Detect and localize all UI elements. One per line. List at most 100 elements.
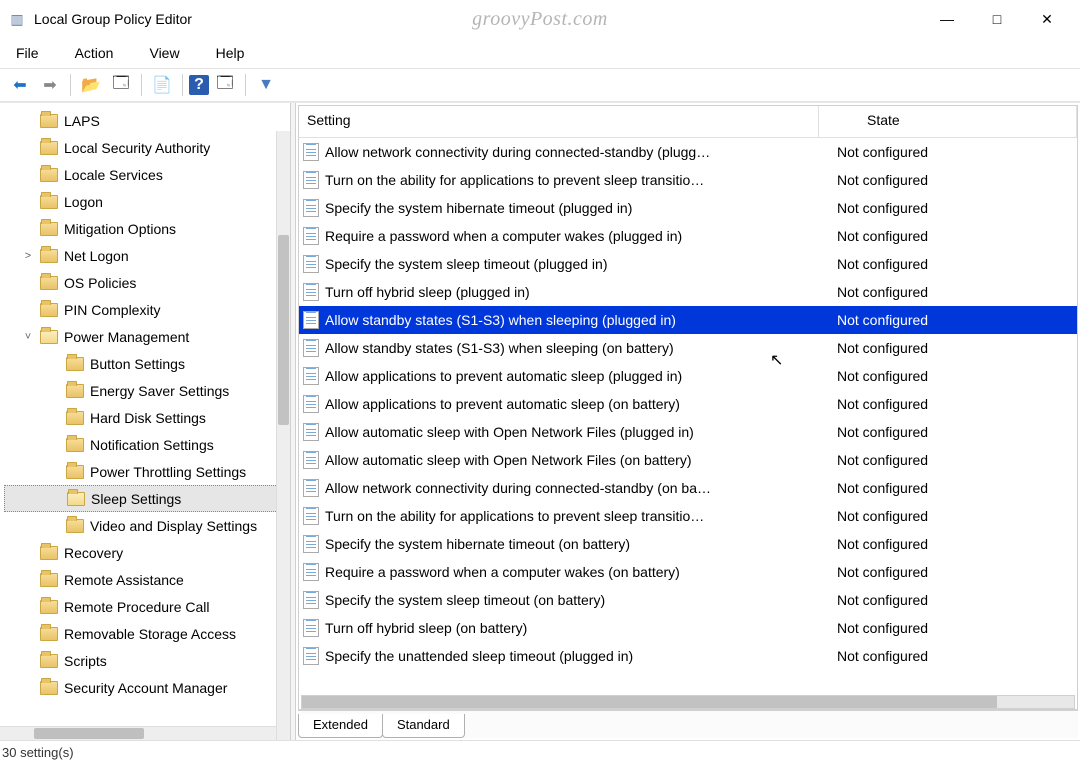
- tree-item[interactable]: Energy Saver Settings: [4, 377, 290, 404]
- tree-item[interactable]: OS Policies: [4, 269, 290, 296]
- tree-item-label: Security Account Manager: [64, 680, 227, 696]
- list-row[interactable]: Specify the system hibernate timeout (pl…: [299, 194, 1077, 222]
- cell-state: Not configured: [831, 340, 1073, 356]
- list-row[interactable]: Allow applications to prevent automatic …: [299, 362, 1077, 390]
- menu-file[interactable]: File: [8, 41, 47, 65]
- tree-item-label: Locale Services: [64, 167, 163, 183]
- cell-setting: Turn off hybrid sleep (on battery): [325, 620, 831, 636]
- tree-item[interactable]: Locale Services: [4, 161, 290, 188]
- expand-icon[interactable]: >: [22, 250, 34, 262]
- list-row[interactable]: Specify the system hibernate timeout (on…: [299, 530, 1077, 558]
- filter-button[interactable]: ▼: [252, 72, 280, 98]
- show-hide-action-button[interactable]: 🗔: [211, 72, 239, 98]
- tree-item-label: Net Logon: [64, 248, 129, 264]
- folder-icon: [40, 627, 58, 641]
- folder-icon: [66, 465, 84, 479]
- export-list-button[interactable]: 📄: [148, 72, 176, 98]
- tree-item[interactable]: Notification Settings: [4, 431, 290, 458]
- forward-button[interactable]: ➡: [36, 72, 64, 98]
- folder-icon: [66, 519, 84, 533]
- tree-item-label: Hard Disk Settings: [90, 410, 206, 426]
- help-button[interactable]: ?: [189, 75, 209, 95]
- list-row[interactable]: Require a password when a computer wakes…: [299, 558, 1077, 586]
- menu-view[interactable]: View: [141, 41, 187, 65]
- policy-icon: [303, 647, 319, 665]
- scrollbar-thumb[interactable]: [302, 696, 997, 708]
- tree-item[interactable]: Video and Display Settings: [4, 512, 290, 539]
- list-row[interactable]: Allow applications to prevent automatic …: [299, 390, 1077, 418]
- policy-icon: [303, 255, 319, 273]
- tree-item[interactable]: ˅Power Management: [4, 323, 290, 350]
- settings-list: Setting State Allow network connectivity…: [298, 105, 1078, 710]
- menu-help[interactable]: Help: [208, 41, 253, 65]
- policy-tree[interactable]: LAPSLocal Security Authority Locale Servi…: [0, 103, 290, 726]
- tree-item[interactable]: LAPS: [4, 107, 290, 134]
- tree-item[interactable]: Power Throttling Settings: [4, 458, 290, 485]
- tab-extended[interactable]: Extended: [298, 714, 383, 738]
- list-row[interactable]: Turn off hybrid sleep (on battery)Not co…: [299, 614, 1077, 642]
- tree-item[interactable]: Scripts: [4, 647, 290, 674]
- folder-icon: [40, 249, 58, 263]
- collapse-icon[interactable]: ˅: [22, 331, 34, 343]
- cell-state: Not configured: [831, 620, 1073, 636]
- list-row[interactable]: Allow network connectivity during connec…: [299, 474, 1077, 502]
- maximize-button[interactable]: □: [972, 3, 1022, 35]
- tree-v-scrollbar[interactable]: [276, 131, 290, 740]
- menu-action[interactable]: Action: [67, 41, 122, 65]
- cell-state: Not configured: [831, 312, 1073, 328]
- policy-icon: [303, 507, 319, 525]
- folder-icon: [40, 222, 58, 236]
- tree-item-label: Mitigation Options: [64, 221, 176, 237]
- tree-h-scrollbar[interactable]: [0, 726, 276, 740]
- tree-item[interactable]: > Net Logon: [4, 242, 290, 269]
- list-row[interactable]: Turn on the ability for applications to …: [299, 166, 1077, 194]
- folder-icon: [40, 114, 58, 128]
- list-row[interactable]: Turn on the ability for applications to …: [299, 502, 1077, 530]
- tree-item[interactable]: Sleep Settings: [4, 485, 290, 512]
- status-text: 30 setting(s): [2, 745, 74, 760]
- list-row[interactable]: Specify the system sleep timeout (on bat…: [299, 586, 1077, 614]
- column-header-state[interactable]: State: [819, 106, 1077, 137]
- scrollbar-thumb[interactable]: [278, 235, 289, 425]
- cell-state: Not configured: [831, 648, 1073, 664]
- titlebar: ▥ Local Group Policy Editor groovyPost.c…: [0, 0, 1080, 38]
- tree-item[interactable]: Local Security Authority: [4, 134, 290, 161]
- cell-state: Not configured: [831, 592, 1073, 608]
- tree-item[interactable]: Removable Storage Access: [4, 620, 290, 647]
- show-hide-tree-button[interactable]: 🗔: [107, 72, 135, 98]
- list-body[interactable]: Allow network connectivity during connec…: [299, 138, 1077, 695]
- cell-setting: Allow standby states (S1-S3) when sleepi…: [325, 312, 831, 328]
- tree-item[interactable]: Recovery: [4, 539, 290, 566]
- cell-state: Not configured: [831, 536, 1073, 552]
- tab-standard[interactable]: Standard: [382, 714, 465, 738]
- tree-item[interactable]: Security Account Manager: [4, 674, 290, 701]
- tree-item[interactable]: PIN Complexity: [4, 296, 290, 323]
- list-row[interactable]: Allow automatic sleep with Open Network …: [299, 418, 1077, 446]
- list-row[interactable]: Allow automatic sleep with Open Network …: [299, 446, 1077, 474]
- list-row[interactable]: Require a password when a computer wakes…: [299, 222, 1077, 250]
- cell-state: Not configured: [831, 480, 1073, 496]
- menubar: File Action View Help: [0, 38, 1080, 68]
- list-row[interactable]: Allow network connectivity during connec…: [299, 138, 1077, 166]
- column-header-setting[interactable]: Setting: [299, 106, 819, 137]
- close-button[interactable]: ✕: [1022, 3, 1072, 35]
- up-button[interactable]: 📂: [77, 72, 105, 98]
- tree-item[interactable]: Remote Assistance: [4, 566, 290, 593]
- list-row[interactable]: Allow standby states (S1-S3) when sleepi…: [299, 334, 1077, 362]
- list-row[interactable]: Turn off hybrid sleep (plugged in)Not co…: [299, 278, 1077, 306]
- tree-item[interactable]: Mitigation Options: [4, 215, 290, 242]
- list-h-scrollbar[interactable]: [301, 695, 1075, 709]
- tree-item[interactable]: Remote Procedure Call: [4, 593, 290, 620]
- tree-item-label: Video and Display Settings: [90, 518, 257, 534]
- scrollbar-thumb[interactable]: [34, 728, 144, 739]
- tree-item[interactable]: Button Settings: [4, 350, 290, 377]
- list-row[interactable]: Specify the system sleep timeout (plugge…: [299, 250, 1077, 278]
- folder-icon: [40, 654, 58, 668]
- minimize-button[interactable]: ―: [922, 3, 972, 35]
- tree-item[interactable]: Logon: [4, 188, 290, 215]
- tree-item[interactable]: Hard Disk Settings: [4, 404, 290, 431]
- back-button[interactable]: ⬅: [6, 72, 34, 98]
- cell-state: Not configured: [831, 424, 1073, 440]
- list-row[interactable]: Specify the unattended sleep timeout (pl…: [299, 642, 1077, 670]
- list-row[interactable]: Allow standby states (S1-S3) when sleepi…: [299, 306, 1077, 334]
